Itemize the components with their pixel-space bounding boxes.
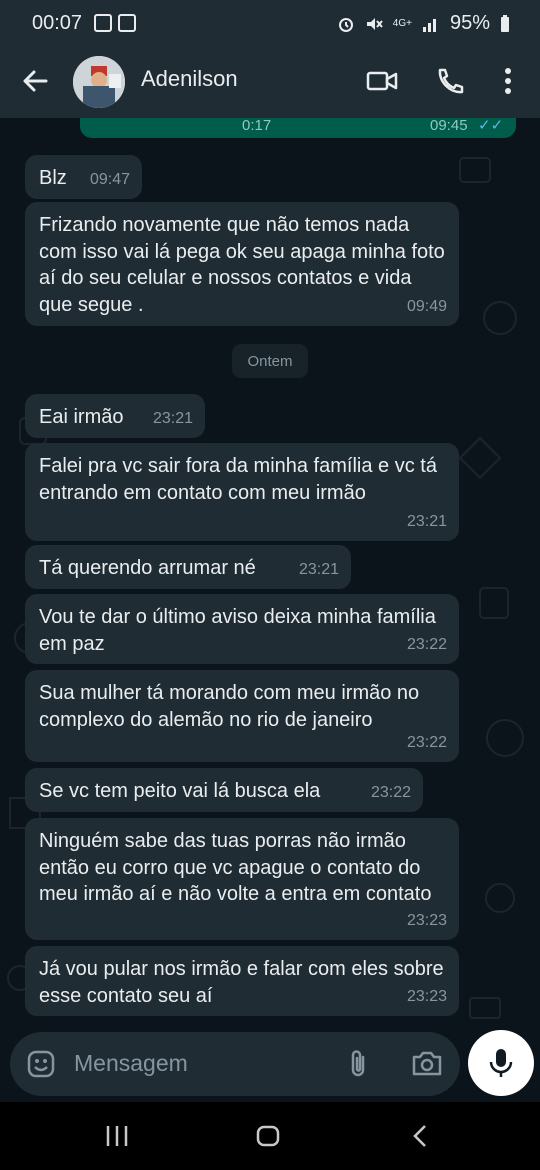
- audio-duration: 0:17: [242, 118, 272, 134]
- message-time: 09:45: [430, 118, 468, 134]
- home-icon[interactable]: [256, 1124, 280, 1148]
- back-nav-icon[interactable]: [410, 1124, 430, 1148]
- status-bar: 00:07 4G+ 95%: [0, 0, 540, 52]
- message-text: Tá querendo arrumar né: [39, 557, 256, 579]
- signal-icon: [422, 18, 436, 32]
- message-text: Blz: [39, 167, 67, 189]
- message-input[interactable]: Mensagem: [74, 1050, 188, 1077]
- read-receipt-icon: ✓✓: [478, 118, 504, 134]
- message-bubble[interactable]: Se vc tem peito vai lá busca ela 23:22: [25, 768, 423, 812]
- message-bubble[interactable]: Blz 09:47: [25, 155, 142, 199]
- message-time: 23:22: [370, 783, 411, 801]
- message-text: Eai irmão: [39, 406, 124, 428]
- message-bubble[interactable]: Sua mulher tá morando com meu irmão no c…: [25, 670, 459, 762]
- mute-icon: [366, 17, 383, 30]
- attach-icon[interactable]: [344, 1048, 374, 1080]
- camera-icon[interactable]: [411, 1048, 443, 1078]
- phone-call-icon[interactable]: [434, 66, 466, 96]
- battery-percent: 95%: [449, 12, 490, 34]
- message-bubble[interactable]: Frizando novamente que não temos nada co…: [25, 202, 459, 326]
- message-bubble[interactable]: Já vou pular nos irmão e falar com eles …: [25, 946, 459, 1016]
- status-right: 4G+ 95%: [337, 12, 510, 35]
- message-bubble[interactable]: Vou te dar o último aviso deixa minha fa…: [25, 594, 459, 664]
- message-text: Sua mulher tá morando com meu irmão no c…: [39, 682, 420, 731]
- message-bubble[interactable]: Tá querendo arrumar né 23:21: [25, 545, 351, 589]
- message-bubble[interactable]: Falei pra vc sair fora da minha família …: [25, 443, 459, 541]
- message-time: 23:22: [406, 733, 447, 751]
- alarm-icon: [338, 17, 353, 32]
- shopping-notification-icon: [118, 14, 136, 32]
- status-time: 00:07: [32, 12, 83, 34]
- voice-record-button[interactable]: [468, 1030, 534, 1096]
- message-time: 23:21: [298, 560, 339, 578]
- microphone-icon: [489, 1049, 513, 1077]
- back-arrow-icon[interactable]: [20, 66, 50, 96]
- message-time: 23:23: [406, 911, 447, 929]
- message-time: 23:23: [406, 987, 447, 1005]
- contact-name[interactable]: Adenilson: [141, 66, 238, 92]
- message-text: Ninguém sabe das tuas porras não irmão e…: [39, 830, 432, 905]
- audio-message-bubble[interactable]: 0:17 09:45 ✓✓: [80, 118, 516, 138]
- message-text: Vou te dar o último aviso deixa minha fa…: [39, 606, 436, 655]
- network-type: 4G+: [392, 17, 412, 29]
- avatar[interactable]: [73, 56, 125, 108]
- more-options-icon[interactable]: [493, 66, 523, 96]
- message-text: Falei pra vc sair fora da minha família …: [39, 455, 437, 504]
- chat-area[interactable]: 0:17 09:45 ✓✓ Blz 09:47 Frizando novamen…: [0, 118, 540, 1030]
- message-input-bar[interactable]: Mensagem: [10, 1032, 460, 1096]
- emoji-icon[interactable]: [26, 1049, 56, 1079]
- message-time: 09:47: [89, 170, 130, 188]
- battery-icon: [501, 14, 509, 32]
- message-time: 23:21: [152, 409, 193, 427]
- message-text: Se vc tem peito vai lá busca ela: [39, 780, 321, 802]
- message-time: 09:49: [406, 297, 447, 315]
- message-text: Já vou pular nos irmão e falar com eles …: [39, 958, 444, 1007]
- message-text: Frizando novamente que não temos nada co…: [39, 214, 445, 316]
- message-time: 23:22: [406, 635, 447, 653]
- message-time: 23:21: [406, 512, 447, 530]
- video-call-icon[interactable]: [366, 66, 398, 96]
- message-bubble[interactable]: Ninguém sabe das tuas porras não irmão e…: [25, 818, 459, 940]
- recent-apps-icon[interactable]: [104, 1124, 130, 1148]
- chat-header: Adenilson: [0, 52, 540, 118]
- message-bubble[interactable]: Eai irmão 23:21: [25, 394, 205, 438]
- date-divider: Ontem: [232, 344, 308, 378]
- system-navigation-bar: [0, 1102, 540, 1170]
- checkbox-notification-icon: [94, 14, 112, 32]
